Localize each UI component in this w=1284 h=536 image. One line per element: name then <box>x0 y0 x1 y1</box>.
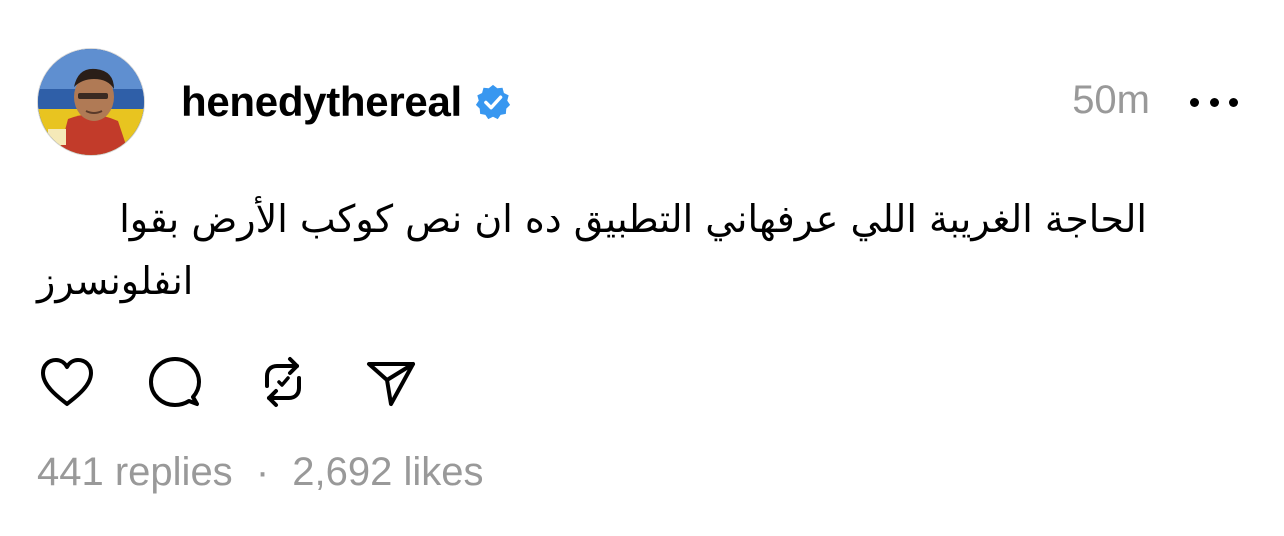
more-dot <box>1190 97 1199 107</box>
repost-button[interactable] <box>253 352 313 412</box>
heart-icon <box>41 358 93 406</box>
repost-icon <box>265 357 301 407</box>
thread-post: henedythereal 50m الحاجة الغريبة اللي عر… <box>0 0 1284 536</box>
like-button[interactable] <box>37 352 97 412</box>
reply-button[interactable] <box>145 352 205 412</box>
replies-count[interactable]: 441 replies <box>37 450 233 494</box>
more-dot <box>1209 97 1219 107</box>
post-header: henedythereal <box>181 74 512 130</box>
stats-separator: · <box>255 450 270 494</box>
comment-bubble-icon <box>149 357 201 407</box>
likes-count[interactable]: 2,692 likes <box>292 450 483 494</box>
post-actions <box>37 352 421 412</box>
post-stats: 441 replies · 2,692 likes <box>37 452 484 492</box>
post-text-line: الحاجة الغريبة اللي عرفهاني التطبيق ده ا… <box>119 197 1147 241</box>
send-icon <box>367 362 415 406</box>
profile-avatar[interactable] <box>37 48 145 156</box>
share-button[interactable] <box>361 352 421 412</box>
more-dot <box>1229 97 1238 107</box>
username[interactable]: henedythereal <box>181 81 462 123</box>
post-text: الحاجة الغريبة اللي عرفهاني التطبيق ده ا… <box>37 188 1147 312</box>
verified-badge-icon <box>474 83 512 121</box>
post-timestamp: 50m <box>1072 78 1150 122</box>
post-text-line: انفلونسرز <box>37 259 194 303</box>
more-horizontal-icon[interactable] <box>1190 92 1238 112</box>
